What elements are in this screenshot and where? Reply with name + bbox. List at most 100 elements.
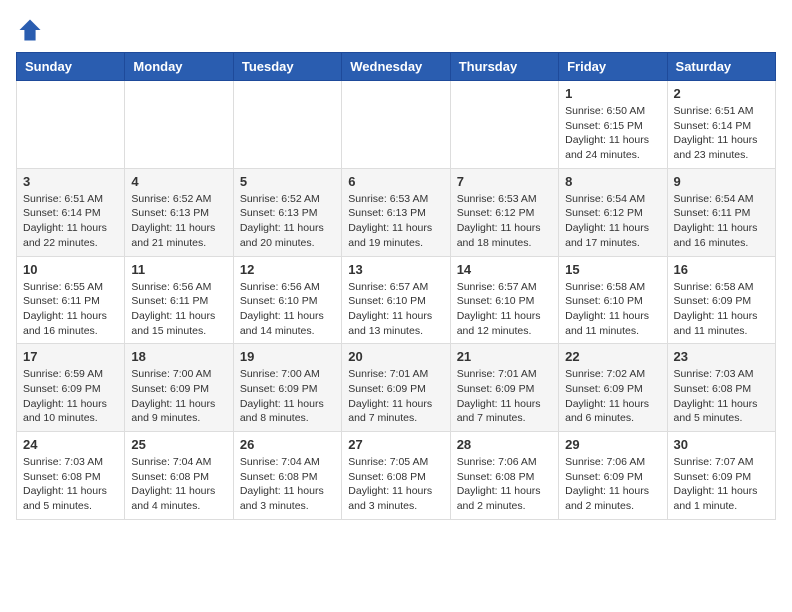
day-number: 1	[565, 86, 660, 101]
day-number: 2	[674, 86, 769, 101]
calendar-cell: 18 Sunrise: 7:00 AM Sunset: 6:09 PM Dayli…	[125, 344, 233, 432]
day-info: Sunrise: 6:50 AM Sunset: 6:15 PM Dayligh…	[565, 104, 660, 163]
day-info: Sunrise: 6:55 AM Sunset: 6:11 PM Dayligh…	[23, 280, 118, 339]
day-info: Sunrise: 7:01 AM Sunset: 6:09 PM Dayligh…	[457, 367, 552, 426]
calendar-cell: 9 Sunrise: 6:54 AM Sunset: 6:11 PM Daylig…	[667, 168, 775, 256]
calendar-cell: 27 Sunrise: 7:05 AM Sunset: 6:08 PM Dayli…	[342, 432, 450, 520]
day-header-friday: Friday	[559, 53, 667, 81]
calendar-week-2: 3 Sunrise: 6:51 AM Sunset: 6:14 PM Daylig…	[17, 168, 776, 256]
day-number: 4	[131, 174, 226, 189]
day-info: Sunrise: 6:58 AM Sunset: 6:09 PM Dayligh…	[674, 280, 769, 339]
logo	[16, 16, 48, 44]
day-info: Sunrise: 7:05 AM Sunset: 6:08 PM Dayligh…	[348, 455, 443, 514]
calendar-cell: 19 Sunrise: 7:00 AM Sunset: 6:09 PM Dayli…	[233, 344, 341, 432]
day-number: 16	[674, 262, 769, 277]
calendar-cell	[125, 81, 233, 169]
day-number: 28	[457, 437, 552, 452]
day-number: 27	[348, 437, 443, 452]
calendar-cell: 15 Sunrise: 6:58 AM Sunset: 6:10 PM Dayli…	[559, 256, 667, 344]
calendar-week-1: 1 Sunrise: 6:50 AM Sunset: 6:15 PM Daylig…	[17, 81, 776, 169]
calendar-cell: 16 Sunrise: 6:58 AM Sunset: 6:09 PM Dayli…	[667, 256, 775, 344]
calendar-cell: 8Sunrise: 6:54 AM Sunset: 6:12 PM Daylig…	[559, 168, 667, 256]
day-info: Sunrise: 6:51 AM Sunset: 6:14 PM Dayligh…	[23, 192, 118, 251]
day-info: Sunrise: 7:03 AM Sunset: 6:08 PM Dayligh…	[674, 367, 769, 426]
day-number: 17	[23, 349, 118, 364]
day-info: Sunrise: 6:57 AM Sunset: 6:10 PM Dayligh…	[348, 280, 443, 339]
day-info: Sunrise: 6:53 AM Sunset: 6:12 PM Dayligh…	[457, 192, 552, 251]
calendar-cell: 29Sunrise: 7:06 AM Sunset: 6:09 PM Dayli…	[559, 432, 667, 520]
day-header-sunday: Sunday	[17, 53, 125, 81]
day-number: 13	[348, 262, 443, 277]
day-number: 11	[131, 262, 226, 277]
calendar-cell: 11Sunrise: 6:56 AM Sunset: 6:11 PM Dayli…	[125, 256, 233, 344]
day-number: 15	[565, 262, 660, 277]
day-header-thursday: Thursday	[450, 53, 558, 81]
calendar-cell: 1 Sunrise: 6:50 AM Sunset: 6:15 PM Daylig…	[559, 81, 667, 169]
calendar-cell: 4 Sunrise: 6:52 AM Sunset: 6:13 PM Daylig…	[125, 168, 233, 256]
day-header-saturday: Saturday	[667, 53, 775, 81]
calendar-cell: 13 Sunrise: 6:57 AM Sunset: 6:10 PM Dayli…	[342, 256, 450, 344]
day-info: Sunrise: 7:00 AM Sunset: 6:09 PM Dayligh…	[240, 367, 335, 426]
day-info: Sunrise: 6:52 AM Sunset: 6:13 PM Dayligh…	[131, 192, 226, 251]
calendar-cell	[233, 81, 341, 169]
day-info: Sunrise: 6:51 AM Sunset: 6:14 PM Dayligh…	[674, 104, 769, 163]
day-info: Sunrise: 7:04 AM Sunset: 6:08 PM Dayligh…	[240, 455, 335, 514]
day-info: Sunrise: 7:04 AM Sunset: 6:08 PM Dayligh…	[131, 455, 226, 514]
calendar-cell: 10 Sunrise: 6:55 AM Sunset: 6:11 PM Dayli…	[17, 256, 125, 344]
page-header	[16, 16, 776, 44]
calendar-cell: 25Sunrise: 7:04 AM Sunset: 6:08 PM Dayli…	[125, 432, 233, 520]
day-number: 24	[23, 437, 118, 452]
day-info: Sunrise: 6:54 AM Sunset: 6:11 PM Dayligh…	[674, 192, 769, 251]
day-number: 5	[240, 174, 335, 189]
calendar-week-4: 17 Sunrise: 6:59 AM Sunset: 6:09 PM Dayli…	[17, 344, 776, 432]
calendar-cell: 14 Sunrise: 6:57 AM Sunset: 6:10 PM Dayli…	[450, 256, 558, 344]
calendar-cell	[342, 81, 450, 169]
calendar-cell	[450, 81, 558, 169]
day-number: 12	[240, 262, 335, 277]
calendar-cell: 26 Sunrise: 7:04 AM Sunset: 6:08 PM Dayli…	[233, 432, 341, 520]
day-number: 3	[23, 174, 118, 189]
calendar-cell: 3 Sunrise: 6:51 AM Sunset: 6:14 PM Daylig…	[17, 168, 125, 256]
calendar-cell: 24Sunrise: 7:03 AM Sunset: 6:08 PM Dayli…	[17, 432, 125, 520]
calendar-cell: 12 Sunrise: 6:56 AM Sunset: 6:10 PM Dayli…	[233, 256, 341, 344]
day-info: Sunrise: 7:00 AM Sunset: 6:09 PM Dayligh…	[131, 367, 226, 426]
calendar-cell: 23 Sunrise: 7:03 AM Sunset: 6:08 PM Dayli…	[667, 344, 775, 432]
calendar-cell: 6 Sunrise: 6:53 AM Sunset: 6:13 PM Daylig…	[342, 168, 450, 256]
calendar-cell: 30Sunrise: 7:07 AM Sunset: 6:09 PM Dayli…	[667, 432, 775, 520]
day-number: 23	[674, 349, 769, 364]
day-info: Sunrise: 7:06 AM Sunset: 6:08 PM Dayligh…	[457, 455, 552, 514]
day-info: Sunrise: 6:53 AM Sunset: 6:13 PM Dayligh…	[348, 192, 443, 251]
day-header-tuesday: Tuesday	[233, 53, 341, 81]
calendar-cell: 7 Sunrise: 6:53 AM Sunset: 6:12 PM Daylig…	[450, 168, 558, 256]
day-info: Sunrise: 6:57 AM Sunset: 6:10 PM Dayligh…	[457, 280, 552, 339]
calendar-cell: 2 Sunrise: 6:51 AM Sunset: 6:14 PM Daylig…	[667, 81, 775, 169]
day-number: 6	[348, 174, 443, 189]
day-info: Sunrise: 6:59 AM Sunset: 6:09 PM Dayligh…	[23, 367, 118, 426]
day-number: 7	[457, 174, 552, 189]
day-number: 30	[674, 437, 769, 452]
calendar-week-5: 24Sunrise: 7:03 AM Sunset: 6:08 PM Dayli…	[17, 432, 776, 520]
calendar-cell: 5 Sunrise: 6:52 AM Sunset: 6:13 PM Daylig…	[233, 168, 341, 256]
calendar-cell: 28 Sunrise: 7:06 AM Sunset: 6:08 PM Dayli…	[450, 432, 558, 520]
calendar-cell	[17, 81, 125, 169]
calendar-cell: 20 Sunrise: 7:01 AM Sunset: 6:09 PM Dayli…	[342, 344, 450, 432]
day-number: 14	[457, 262, 552, 277]
day-number: 9	[674, 174, 769, 189]
day-number: 22	[565, 349, 660, 364]
calendar-week-3: 10 Sunrise: 6:55 AM Sunset: 6:11 PM Dayli…	[17, 256, 776, 344]
calendar-cell: 22Sunrise: 7:02 AM Sunset: 6:09 PM Dayli…	[559, 344, 667, 432]
day-number: 18	[131, 349, 226, 364]
day-number: 20	[348, 349, 443, 364]
day-info: Sunrise: 6:58 AM Sunset: 6:10 PM Dayligh…	[565, 280, 660, 339]
calendar-header-row: SundayMondayTuesdayWednesdayThursdayFrid…	[17, 53, 776, 81]
day-info: Sunrise: 6:52 AM Sunset: 6:13 PM Dayligh…	[240, 192, 335, 251]
day-info: Sunrise: 7:06 AM Sunset: 6:09 PM Dayligh…	[565, 455, 660, 514]
day-number: 10	[23, 262, 118, 277]
calendar-cell: 21Sunrise: 7:01 AM Sunset: 6:09 PM Dayli…	[450, 344, 558, 432]
day-header-wednesday: Wednesday	[342, 53, 450, 81]
day-number: 26	[240, 437, 335, 452]
day-info: Sunrise: 6:56 AM Sunset: 6:10 PM Dayligh…	[240, 280, 335, 339]
day-info: Sunrise: 7:01 AM Sunset: 6:09 PM Dayligh…	[348, 367, 443, 426]
day-number: 19	[240, 349, 335, 364]
day-header-monday: Monday	[125, 53, 233, 81]
